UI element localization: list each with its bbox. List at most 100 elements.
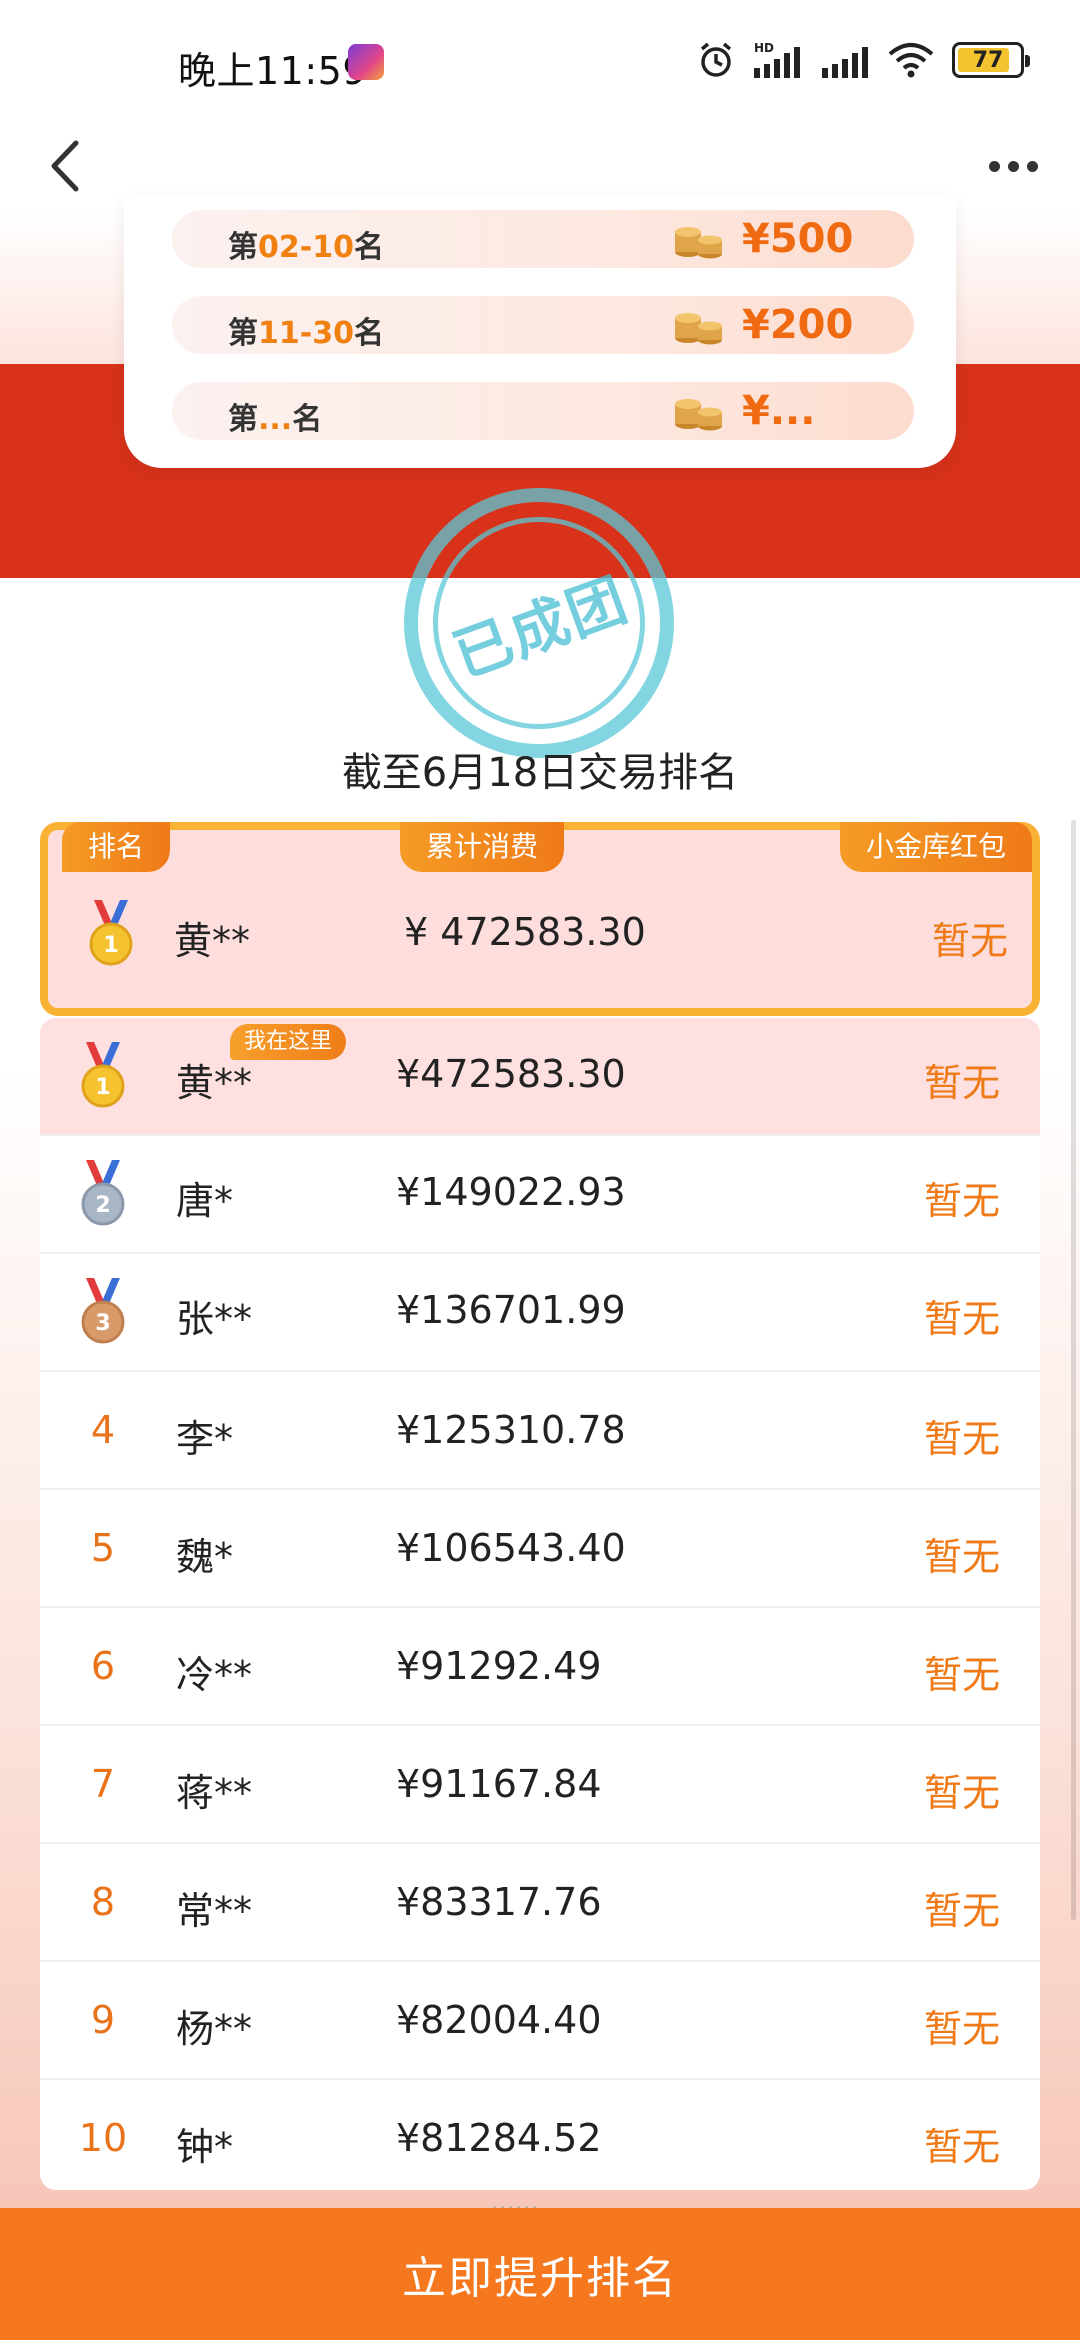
- stamp-inner-ring: 已成团: [433, 517, 645, 729]
- signal-icon: [820, 40, 870, 80]
- reward-rank-label: 第11-30名: [228, 316, 384, 351]
- silver-medal-icon: 2: [81, 1160, 125, 1226]
- row-amount: ¥125310.78: [396, 1408, 626, 1452]
- table-row: 4 李* ¥125310.78 暂无: [40, 1372, 1040, 1490]
- svg-text:HD: HD: [754, 41, 774, 55]
- reward-row: 第11-30名 ¥200: [172, 296, 914, 354]
- gold-medal-icon: 1: [89, 900, 133, 966]
- bronze-medal-icon: 3: [81, 1278, 125, 1344]
- row-name: 黄**: [176, 1061, 253, 1105]
- row-name: 魏*: [176, 1535, 234, 1579]
- reward-row: 第...名 ¥...: [172, 382, 914, 440]
- alarm-icon: [696, 40, 736, 80]
- reward-amount: ¥200: [742, 302, 854, 348]
- status-bar: 晚上11:59 HD 77: [0, 0, 1080, 120]
- table-row: 3 张** ¥136701.99 暂无: [40, 1254, 1040, 1372]
- header-total-spend: 累计消费: [400, 822, 565, 872]
- row-reward: 暂无: [924, 2125, 1001, 2169]
- my-amount: ¥ 472583.30: [404, 910, 646, 954]
- row-amount: ¥91292.49: [396, 1644, 602, 1688]
- row-reward: 暂无: [924, 1889, 1001, 1933]
- table-row: 1 黄** 我在这里 ¥472583.30 暂无: [40, 1018, 1040, 1136]
- more-button[interactable]: [968, 128, 1058, 204]
- row-reward: 暂无: [924, 1179, 1001, 1223]
- header-rank: 排名: [62, 822, 171, 872]
- row-rank: 4: [90, 1408, 116, 1452]
- row-amount: ¥91167.84: [396, 1762, 602, 1806]
- table-row: 7 蒋** ¥91167.84 暂无: [40, 1726, 1040, 1844]
- row-amount: ¥106543.40: [396, 1526, 626, 1570]
- svg-text:3: 3: [95, 1311, 110, 1336]
- more-dot-icon: [1026, 160, 1038, 172]
- row-rank: 7: [90, 1762, 116, 1806]
- row-amount: ¥83317.76: [396, 1880, 602, 1924]
- row-amount: ¥136701.99: [396, 1288, 626, 1332]
- battery-icon: 77: [952, 42, 1030, 78]
- row-rank: 9: [90, 1998, 116, 2042]
- row-name: 张**: [176, 1297, 253, 1341]
- table-row: 8 常** ¥83317.76 暂无: [40, 1844, 1040, 1962]
- notification-app-icon: [348, 44, 384, 80]
- status-time: 晚上11:59: [178, 49, 368, 93]
- reward-row: 第02-10名 ¥500: [172, 210, 914, 268]
- coins-icon: [675, 227, 722, 259]
- my-reward: 暂无: [932, 919, 1009, 963]
- table-row: 9 杨** ¥82004.40 暂无: [40, 1962, 1040, 2080]
- more-dot-icon: [988, 160, 1000, 172]
- reward-card: 第02-10名 ¥500 第11-30名 ¥200 第...名 ¥...: [124, 196, 956, 468]
- my-ranking-card: 排名 累计消费 小金库红包 1 黄** ¥ 472583.30 暂无: [40, 822, 1040, 1016]
- table-row: 10 钟* ¥81284.52 暂无: [40, 2080, 1040, 2190]
- coins-icon: [675, 313, 722, 345]
- chevron-left-icon: [51, 140, 79, 192]
- row-amount: ¥149022.93: [396, 1170, 626, 1214]
- row-name: 常**: [176, 1889, 253, 1933]
- row-rank: 10: [78, 2116, 128, 2160]
- row-name: 蒋**: [176, 1771, 253, 1815]
- ranking-list: 1 黄** 我在这里 ¥472583.30 暂无 2 唐* ¥149022.93…: [40, 1018, 1040, 2190]
- row-reward: 暂无: [924, 1061, 1001, 1105]
- gold-medal-icon: 1: [81, 1042, 125, 1108]
- row-reward: 暂无: [924, 2007, 1001, 2051]
- ranking-title: 截至6月18日交易排名: [341, 750, 739, 796]
- row-name: 杨**: [176, 2007, 253, 2051]
- status-icons: HD 77: [696, 38, 1030, 82]
- svg-text:1: 1: [95, 1075, 110, 1100]
- reward-rank-label: 第02-10名: [228, 230, 384, 265]
- boost-ranking-button[interactable]: 立即提升排名: [0, 2208, 1080, 2340]
- row-name: 唐*: [176, 1179, 234, 1223]
- row-reward: 暂无: [924, 1653, 1001, 1697]
- stamp-text: 已成团: [444, 564, 637, 691]
- wifi-icon: [886, 40, 936, 80]
- battery-level: 77: [972, 47, 1004, 73]
- reward-amount: ¥500: [742, 216, 854, 262]
- back-button[interactable]: [30, 128, 100, 204]
- here-badge: 我在这里: [230, 1024, 347, 1060]
- row-rank: 6: [90, 1644, 116, 1688]
- row-name: 李*: [176, 1417, 234, 1461]
- row-reward: 暂无: [924, 1535, 1001, 1579]
- table-row: 5 魏* ¥106543.40 暂无: [40, 1490, 1040, 1608]
- row-reward: 暂无: [924, 1417, 1001, 1461]
- row-reward: 暂无: [924, 1297, 1001, 1341]
- table-row: 2 唐* ¥149022.93 暂无: [40, 1136, 1040, 1254]
- reward-amount: ¥...: [742, 388, 816, 434]
- table-row: 6 冷** ¥91292.49 暂无: [40, 1608, 1040, 1726]
- reward-rank-label: 第...名: [228, 402, 323, 437]
- row-rank: 8: [90, 1880, 116, 1924]
- row-amount: ¥82004.40: [396, 1998, 602, 2042]
- row-name: 冷**: [176, 1653, 253, 1697]
- coins-icon: [675, 399, 722, 431]
- my-name: 黄**: [174, 919, 251, 963]
- row-amount: ¥472583.30: [396, 1052, 626, 1096]
- row-amount: ¥81284.52: [396, 2116, 602, 2160]
- row-reward: 暂无: [924, 1771, 1001, 1815]
- signal-hd-icon: HD: [752, 40, 804, 80]
- svg-text:2: 2: [95, 1193, 110, 1218]
- more-dot-icon: [1007, 160, 1019, 172]
- row-rank: 5: [90, 1526, 116, 1570]
- header-reward: 小金库红包: [839, 822, 1032, 872]
- group-formed-stamp: 已成团: [404, 488, 674, 758]
- row-name: 钟*: [176, 2125, 234, 2169]
- scrollbar[interactable]: [1071, 820, 1076, 1920]
- svg-text:1: 1: [103, 933, 118, 958]
